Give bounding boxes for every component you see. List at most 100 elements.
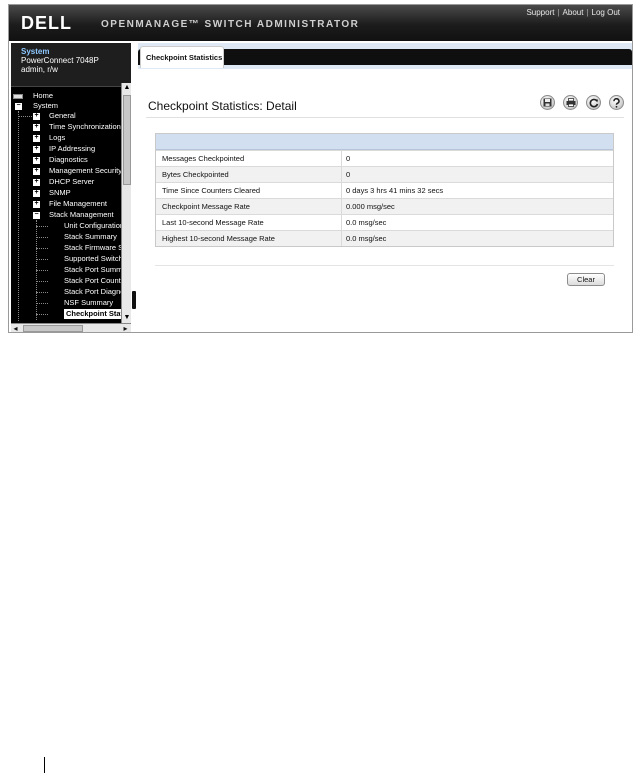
expand-icon[interactable]: + [33, 178, 40, 186]
tree-item-time-synchronization[interactable]: Time Synchronization [49, 122, 121, 132]
table-row: Time Since Counters Cleared 0 days 3 hrs… [156, 182, 613, 198]
system-info: System PowerConnect 7048P admin, r/w [11, 43, 131, 87]
home-icon [13, 94, 23, 99]
tree-item-dhcp-server[interactable]: DHCP Server [49, 177, 94, 187]
tree-line [36, 314, 48, 315]
title-divider [146, 117, 624, 118]
tree-item-stack-port-summary[interactable]: Stack Port Summary [64, 265, 121, 275]
table-row: Messages Checkpointed 0 [156, 150, 613, 166]
tree-item-general[interactable]: General [49, 111, 76, 121]
stat-label: Messages Checkpointed [156, 151, 342, 166]
expand-icon[interactable]: + [33, 167, 40, 175]
screenshot-frame: DELL OPENMANAGE™ SWITCH ADMINISTRATOR Su… [8, 4, 633, 333]
panel-collapse-handle[interactable] [132, 291, 136, 309]
tree-item-supported-switches[interactable]: Supported Switches [64, 254, 121, 264]
scroll-right-icon[interactable]: ▸ [121, 324, 130, 332]
about-link[interactable]: About [563, 8, 584, 17]
tree-item-stack-port-diagnostics[interactable]: Stack Port Diagnostics [64, 287, 121, 297]
system-title[interactable]: System [21, 47, 131, 56]
expand-icon[interactable]: + [33, 189, 40, 197]
tree-line [36, 237, 48, 238]
stat-value: 0.0 msg/sec [346, 234, 387, 243]
tree-item-logs[interactable]: Logs [49, 133, 65, 143]
footer-divider [155, 265, 614, 266]
navigation-panel: System PowerConnect 7048P admin, r/w Hom… [11, 43, 131, 332]
stat-value: 0.000 msg/sec [346, 202, 395, 211]
tree-item-nsf-summary[interactable]: NSF Summary [64, 298, 113, 308]
tree-line [36, 248, 48, 249]
app-header: DELL OPENMANAGE™ SWITCH ADMINISTRATOR Su… [9, 5, 632, 41]
stat-value: 0 [346, 170, 351, 179]
link-separator: | [557, 8, 560, 17]
clear-button[interactable]: Clear [567, 273, 605, 286]
tree-line [36, 303, 48, 304]
tree-line [36, 270, 48, 271]
tree-line [18, 116, 32, 117]
table-row: Bytes Checkpointed 0 [156, 166, 613, 182]
collapse-icon[interactable]: − [33, 211, 40, 219]
tree-item-home[interactable]: Home [33, 91, 53, 101]
tree-item-stack-management[interactable]: Stack Management [49, 210, 114, 220]
expand-icon[interactable]: + [33, 156, 40, 164]
tree-item-stack-summary[interactable]: Stack Summary [64, 232, 117, 242]
tree-item-stack-firmware[interactable]: Stack Firmware Synchronization [64, 243, 121, 253]
scrollbar-thumb[interactable] [23, 325, 83, 332]
dell-logo: DELL [21, 13, 72, 33]
tree-horizontal-scrollbar[interactable]: ◂ ▸ [11, 323, 131, 332]
tree-line [18, 111, 19, 321]
tree-item-diagnostics[interactable]: Diagnostics [49, 155, 88, 165]
tree-item-unit-configuration[interactable]: Unit Configuration [64, 221, 121, 231]
tree-item-checkpoint-statistics[interactable]: Checkpoint Statistics [64, 309, 121, 319]
scroll-left-icon[interactable]: ◂ [11, 324, 20, 332]
tree-line [36, 281, 48, 282]
app-title: OPENMANAGE™ SWITCH ADMINISTRATOR [101, 19, 360, 30]
tab-bar: Checkpoint Statistics [138, 43, 632, 69]
tree-item-stack-port-counters[interactable]: Stack Port Counters [64, 276, 121, 286]
stat-label: Checkpoint Message Rate [156, 199, 342, 214]
tree-item-management-security[interactable]: Management Security [49, 166, 121, 176]
navigation-tree: Home − System + General + Time Synchroni… [11, 89, 121, 323]
table-row: Highest 10-second Message Rate 0.0 msg/s… [156, 230, 613, 246]
print-icon[interactable] [563, 95, 578, 110]
tree-line [36, 292, 48, 293]
expand-icon[interactable]: + [33, 123, 40, 131]
tree-line [36, 226, 48, 227]
stat-value: 0 days 3 hrs 41 mins 32 secs [346, 186, 444, 195]
logout-link[interactable]: Log Out [592, 8, 620, 17]
expand-icon[interactable]: + [33, 200, 40, 208]
system-user: admin, r/w [21, 65, 58, 74]
tree-item-file-management[interactable]: File Management [49, 199, 107, 209]
stat-label: Time Since Counters Cleared [156, 183, 342, 198]
scroll-down-icon[interactable]: ▼ [123, 313, 131, 322]
stat-label: Highest 10-second Message Rate [156, 231, 342, 246]
stat-value: 0 [346, 154, 351, 163]
system-model: PowerConnect 7048P [21, 56, 99, 65]
stat-label: Last 10-second Message Rate [156, 215, 342, 230]
tree-line [36, 259, 48, 260]
page-title: Checkpoint Statistics: Detail [148, 99, 297, 113]
checkpoint-statistics-table: Messages Checkpointed 0 Bytes Checkpoint… [155, 133, 614, 247]
tree-item-system[interactable]: System [33, 101, 58, 111]
stat-label: Bytes Checkpointed [156, 167, 342, 182]
main-content: Checkpoint Statistics Checkpoint Statist… [138, 43, 632, 332]
tree-item-snmp[interactable]: SNMP [49, 188, 71, 198]
table-header [156, 134, 613, 150]
collapse-icon[interactable]: − [15, 102, 22, 110]
tree-item-ip-addressing[interactable]: IP Addressing [49, 144, 95, 154]
support-link[interactable]: Support [526, 8, 554, 17]
table-row: Last 10-second Message Rate 0.0 msg/sec [156, 214, 613, 230]
page-margin-mark [44, 757, 45, 773]
top-links: Support | About | Log Out [526, 8, 620, 17]
tree-vertical-scrollbar[interactable]: ▲ ▼ [121, 83, 131, 323]
expand-icon[interactable]: + [33, 145, 40, 153]
expand-icon[interactable]: + [33, 112, 40, 120]
scroll-up-icon[interactable]: ▲ [123, 83, 131, 92]
tab-checkpoint-statistics[interactable]: Checkpoint Statistics [140, 46, 224, 68]
table-row: Checkpoint Message Rate 0.000 msg/sec [156, 198, 613, 214]
expand-icon[interactable]: + [33, 134, 40, 142]
refresh-icon[interactable] [586, 95, 601, 110]
help-icon[interactable] [609, 95, 624, 110]
scrollbar-thumb[interactable] [123, 95, 131, 185]
link-separator: | [586, 8, 589, 17]
save-icon[interactable] [540, 95, 555, 110]
